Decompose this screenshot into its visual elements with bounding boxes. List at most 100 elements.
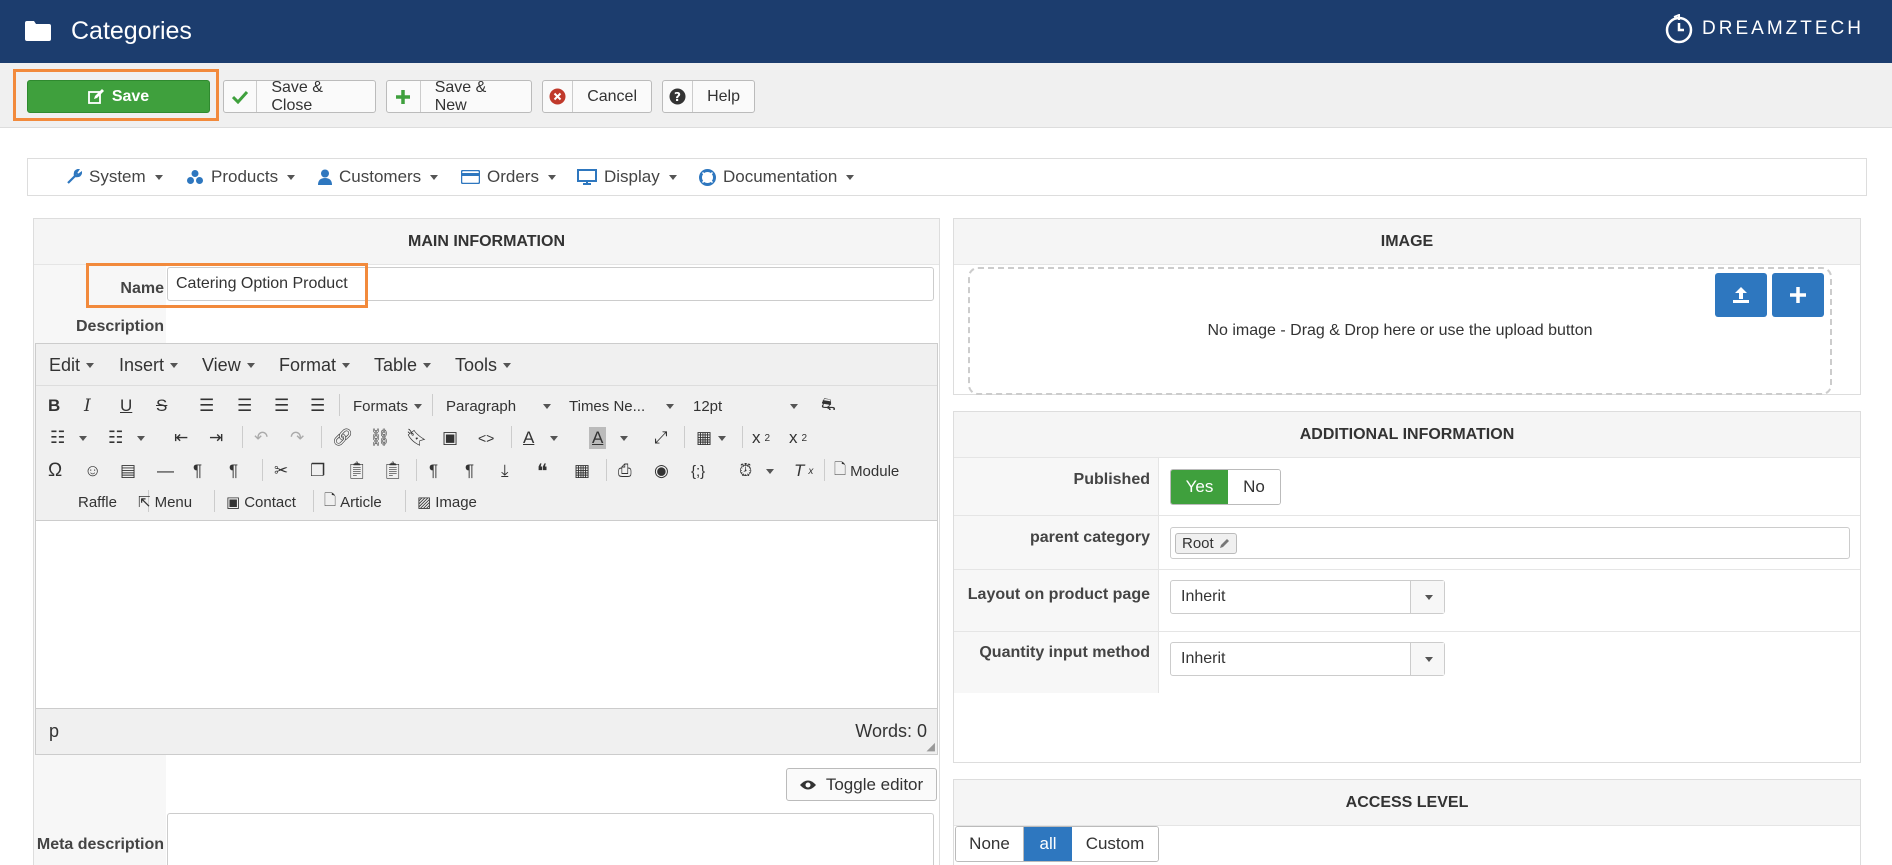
superscript-icon[interactable]: x2: [789, 427, 807, 449]
root-tag[interactable]: Root: [1175, 532, 1237, 554]
eye-icon: [799, 780, 816, 789]
paste-text-icon[interactable]: 📋︎: [382, 460, 404, 482]
align-left-icon[interactable]: ☰: [199, 395, 214, 417]
menu-button[interactable]: ⇱ Menu: [138, 491, 192, 513]
paste-icon[interactable]: 📋︎: [346, 460, 368, 482]
underline-icon[interactable]: U: [120, 395, 132, 417]
insert-datetime-icon[interactable]: ⏰︎: [739, 460, 775, 482]
align-center-icon[interactable]: ☰: [237, 395, 252, 417]
blockquote-icon[interactable]: ❝: [537, 460, 548, 483]
save-close-button[interactable]: Save & Close: [223, 79, 376, 114]
undo-icon[interactable]: ↶: [254, 427, 268, 449]
contact-card-icon: ▣: [226, 494, 241, 511]
emoticons-icon[interactable]: ☺: [84, 460, 101, 482]
toggle-editor-button[interactable]: Toggle editor: [786, 768, 937, 801]
text-color-icon[interactable]: A: [523, 427, 559, 449]
resize-handle[interactable]: ◢: [927, 740, 935, 753]
image-dropzone[interactable]: No image - Drag & Drop here or use the u…: [968, 267, 1832, 395]
parent-category-input[interactable]: Root: [1170, 527, 1850, 559]
bg-color-caret[interactable]: [618, 427, 628, 449]
app-header: Categories DREAMZTECH: [0, 0, 1892, 63]
page-title: Categories: [71, 17, 192, 45]
unlink-icon[interactable]: ⛓: [369, 427, 391, 449]
strikethrough-icon[interactable]: S: [156, 395, 167, 417]
contact-button[interactable]: ▣ Contact: [226, 491, 296, 513]
editor-menu-tools[interactable]: Tools: [455, 355, 512, 376]
plus-icon: [387, 81, 421, 112]
editor-menu-insert[interactable]: Insert: [119, 355, 179, 376]
nav-customers[interactable]: Customers: [318, 159, 439, 195]
editor-statusbar: p Words: 0 ◢: [36, 709, 937, 755]
help-button[interactable]: ? Help: [662, 80, 755, 113]
find-replace-icon[interactable]: ⛐: [821, 395, 836, 417]
clear-formatting-icon[interactable]: Tx: [794, 460, 813, 482]
copy-icon[interactable]: ❐: [310, 460, 325, 482]
cancel-button[interactable]: Cancel: [542, 80, 652, 113]
module-button[interactable]: 🗋︎ Module: [834, 460, 899, 482]
image-button[interactable]: ▨ Image: [417, 491, 477, 513]
horizontal-rule-icon[interactable]: —: [157, 460, 174, 482]
visual-chars-icon[interactable]: ¶: [465, 460, 474, 482]
print-icon[interactable]: ⎙: [618, 460, 632, 482]
outdent-icon[interactable]: ⇤: [174, 427, 188, 449]
paragraph-dropdown[interactable]: Paragraph: [446, 395, 551, 417]
upload-button[interactable]: [1715, 273, 1767, 317]
align-justify-icon[interactable]: ☰: [310, 395, 325, 417]
code-sample-icon[interactable]: {;}: [691, 460, 705, 482]
nav-orders[interactable]: Orders: [461, 159, 556, 195]
insert-image-icon[interactable]: ▣: [442, 427, 458, 449]
link-icon[interactable]: 🔗︎: [332, 427, 354, 449]
font-size-dropdown[interactable]: 12pt: [693, 395, 798, 417]
bookmark-icon[interactable]: 🔖︎: [406, 427, 428, 449]
editor-menu-table[interactable]: Table: [374, 355, 432, 376]
layout-select[interactable]: Inherit: [1170, 580, 1445, 614]
raffle-button[interactable]: Raffle: [78, 491, 117, 513]
code-icon[interactable]: <>: [478, 427, 494, 449]
background-color-icon[interactable]: A: [589, 427, 607, 449]
indent-icon[interactable]: ⇥: [209, 427, 223, 449]
editor-content-area[interactable]: [36, 520, 937, 709]
published-no-option[interactable]: No: [1228, 470, 1280, 504]
formats-dropdown[interactable]: Formats: [353, 395, 423, 417]
access-custom-option[interactable]: Custom: [1072, 827, 1158, 861]
clock-logo-icon: [1665, 14, 1693, 44]
editor-menu-edit[interactable]: Edit: [49, 355, 95, 376]
fullscreen-icon[interactable]: ⤢: [654, 427, 668, 449]
nav-products[interactable]: Products: [186, 159, 296, 195]
meta-description-textarea[interactable]: [167, 813, 934, 865]
numbered-list-icon[interactable]: ☷: [108, 427, 146, 449]
bold-icon[interactable]: B: [48, 395, 60, 417]
redo-icon[interactable]: ↷: [290, 427, 304, 449]
editor-menu-format[interactable]: Format: [279, 355, 351, 376]
font-family-dropdown[interactable]: Times Ne...: [569, 395, 674, 417]
nav-system[interactable]: System: [66, 159, 163, 195]
quantity-input-method-select[interactable]: Inherit: [1170, 642, 1445, 676]
editor-menu-view[interactable]: View: [202, 355, 255, 376]
published-yes-option[interactable]: Yes: [1171, 470, 1228, 504]
table-icon[interactable]: ▦: [696, 427, 727, 449]
save-new-button[interactable]: Save & New: [386, 79, 532, 114]
save-highlight-box: [13, 69, 219, 121]
preview-icon[interactable]: ◉: [654, 460, 669, 482]
template-icon[interactable]: ▦: [574, 460, 590, 482]
italic-icon[interactable]: I: [84, 395, 91, 417]
media-icon[interactable]: ▤: [120, 460, 136, 482]
access-none-option[interactable]: None: [956, 827, 1024, 861]
access-all-option[interactable]: all: [1024, 827, 1072, 861]
add-image-button[interactable]: [1772, 273, 1824, 317]
bullet-list-icon[interactable]: ☷: [50, 427, 88, 449]
page-break-icon[interactable]: ⤓: [501, 460, 509, 482]
show-blocks-icon[interactable]: ¶: [429, 460, 438, 482]
subscript-icon[interactable]: x2: [752, 427, 770, 449]
nav-display[interactable]: Display: [577, 159, 677, 195]
ltr-icon[interactable]: ¶: [193, 460, 202, 482]
cut-icon[interactable]: ✂: [274, 460, 288, 482]
article-button[interactable]: 🗋︎ Article: [324, 491, 382, 513]
special-character-icon[interactable]: Ω: [48, 460, 62, 482]
rtl-icon[interactable]: ¶: [229, 460, 238, 482]
cubes-icon: [187, 170, 203, 184]
align-right-icon[interactable]: ☰: [274, 395, 289, 417]
nav-documentation[interactable]: Documentation: [699, 159, 855, 195]
monitor-icon: [577, 169, 597, 185]
parent-category-label: parent category: [1029, 529, 1150, 546]
